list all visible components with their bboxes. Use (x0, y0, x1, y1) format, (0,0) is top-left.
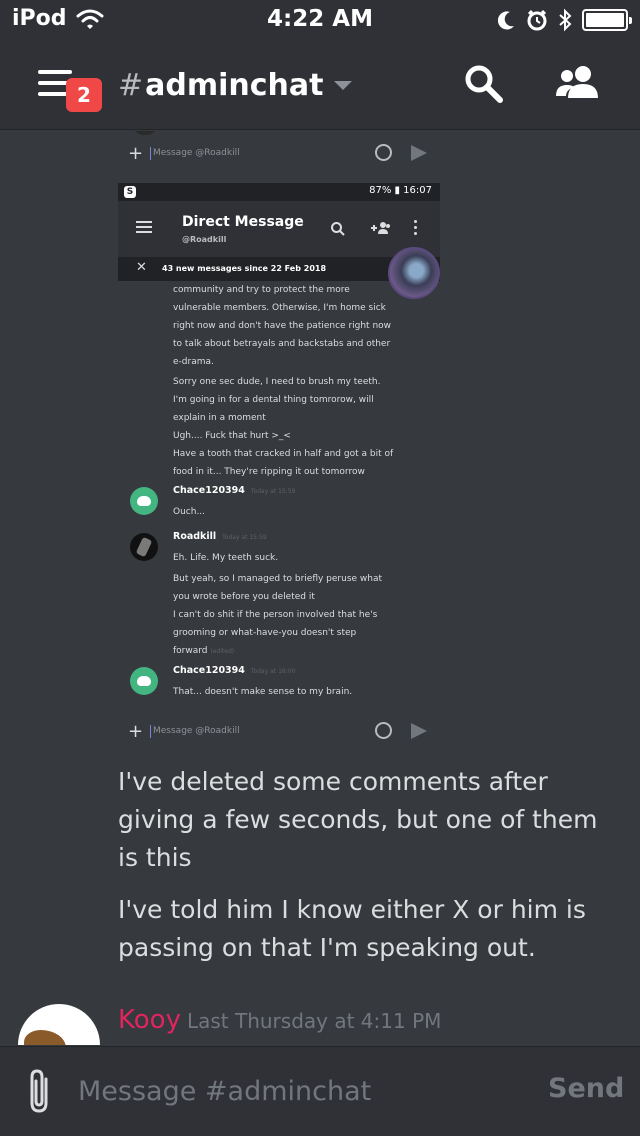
embedded-message-block: community and try to protect the more vu… (173, 281, 435, 481)
message-input[interactable] (78, 1071, 518, 1111)
message-composer: Send (0, 1046, 640, 1136)
embedded-dm-title: Direct Message (182, 214, 304, 230)
message-text: I've told him I know either X or him is … (118, 895, 586, 962)
channel-hash: # (118, 68, 144, 103)
feed-line: to talk about betrayals and backstabs an… (173, 339, 391, 349)
embedded-status-bar: S 87% ▮ 16:07 (118, 183, 440, 201)
feed-line: you wrote before you deleted it (173, 592, 315, 602)
feed-line: grooming or what-have-you doesn't step (173, 628, 357, 638)
embedded-message-text: Ouch... (173, 507, 206, 517)
timestamp: Today at 15:59 (222, 534, 267, 541)
feed-line: Eh. Life. My teeth suck. (173, 553, 279, 563)
author-name: Roadkill (173, 531, 217, 542)
feed-line: explain in a moment (173, 413, 266, 423)
feed-line: e-drama. (173, 357, 214, 367)
feed-line: I'm going in for a dental thing tomrorow… (173, 395, 374, 405)
close-icon: ✕ (136, 260, 147, 275)
status-icons (498, 7, 632, 33)
channel-name: adminchat (145, 68, 324, 103)
message-list[interactable]: + Message @Roadkill S 87% ▮ 16:07 Direct… (0, 131, 640, 1045)
embedded-input-placeholder: Message @Roadkill (153, 726, 240, 736)
search-icon (331, 222, 345, 236)
timestamp: Today at 15:59 (250, 488, 296, 495)
send-button[interactable]: Send (548, 1073, 624, 1104)
members-icon[interactable] (552, 62, 604, 106)
timestamp: Today at 16:00 (250, 668, 296, 675)
send-arrow-icon (411, 145, 427, 161)
feed-line: But yeah, so I managed to briefly peruse… (173, 574, 383, 584)
embedded-dm-header: Direct Message @Roadkill (118, 201, 440, 257)
feed-line: I can't do shit if the person involved t… (173, 610, 378, 620)
embedded-message-block: Eh. Life. My teeth suck. But yeah, so I … (173, 549, 435, 661)
app-logo-icon: S (124, 186, 136, 198)
embedded-author: Chace120394 Today at 15:59 (173, 485, 295, 496)
menu-icon (136, 221, 152, 236)
feed-line: right now and don't have the patience ri… (173, 321, 392, 331)
battery-icon (582, 9, 632, 31)
bluetooth-icon (559, 8, 572, 32)
embedded-dm-subtitle: @Roadkill (182, 235, 227, 244)
emoji-icon (375, 144, 392, 161)
message-header: Kooy Last Thursday at 4:11 PM (118, 1005, 441, 1035)
feed-line: Ugh.... Fuck that hurt >_< (173, 431, 291, 441)
chevron-down-icon (333, 81, 352, 90)
text-cursor (150, 146, 151, 160)
edited-tag: (edited) (210, 648, 235, 655)
send-arrow-icon (411, 723, 427, 739)
search-icon[interactable] (462, 62, 506, 106)
embedded-message-feed: community and try to protect the more vu… (118, 281, 440, 707)
avatar (388, 247, 440, 299)
avatar (132, 131, 158, 135)
channel-header: 2 # adminchat (0, 40, 640, 130)
plus-icon: + (128, 720, 144, 742)
embedded-author: Roadkill Today at 15:59 (173, 531, 267, 542)
author-name: Chace120394 (173, 485, 245, 496)
feed-line: Have a tooth that cracked in half and go… (173, 449, 394, 459)
feed-line: food in it... They're ripping it out tom… (173, 467, 365, 477)
moon-icon (498, 11, 514, 30)
text-cursor (150, 724, 151, 738)
status-bar: iPod 4:22 AM (0, 0, 640, 40)
notification-badge: 2 (66, 78, 102, 112)
author-name[interactable]: Kooy (118, 1005, 181, 1035)
banner-text: 43 new messages since 22 Feb 2018 (162, 264, 327, 273)
feed-line: vulnerable members. Otherwise, I'm home … (173, 303, 386, 313)
plus-icon: + (128, 142, 144, 164)
embedded-bottom-input: + Message @Roadkill (118, 717, 440, 745)
embedded-input-placeholder: Message @Roadkill (153, 148, 240, 158)
channel-title[interactable]: # adminchat (118, 68, 352, 103)
embedded-top-area: + Message @Roadkill (118, 131, 440, 173)
attached-screenshot[interactable]: + Message @Roadkill S 87% ▮ 16:07 Direct… (118, 131, 440, 745)
message-text: I've deleted some comments after giving … (118, 767, 598, 872)
embedded-status-right: 87% ▮ 16:07 (369, 185, 432, 196)
feed-line: Sorry one sec dude, I need to brush my t… (173, 377, 381, 387)
feed-line: forward (edited) (173, 642, 435, 661)
avatar (130, 667, 158, 695)
paperclip-icon[interactable] (26, 1067, 54, 1115)
menu-icon-bar (38, 70, 72, 74)
emoji-icon (375, 722, 392, 739)
avatar[interactable] (18, 1004, 100, 1045)
add-user-icon (371, 222, 390, 234)
avatar (130, 533, 158, 561)
avatar (130, 487, 158, 515)
embedded-author: Chace120394 Today at 16:00 (173, 665, 295, 676)
feed-line-text: forward (173, 646, 208, 656)
embedded-message-text: That... doesn't make sense to my brain. (173, 687, 353, 697)
timestamp: Last Thursday at 4:11 PM (186, 1009, 442, 1033)
alarm-icon (527, 9, 547, 31)
app-root: iPod 4:22 AM 2 # adminchat + Message @Ro… (0, 0, 640, 1136)
more-options-icon (414, 220, 418, 238)
author-name: Chace120394 (173, 665, 245, 676)
